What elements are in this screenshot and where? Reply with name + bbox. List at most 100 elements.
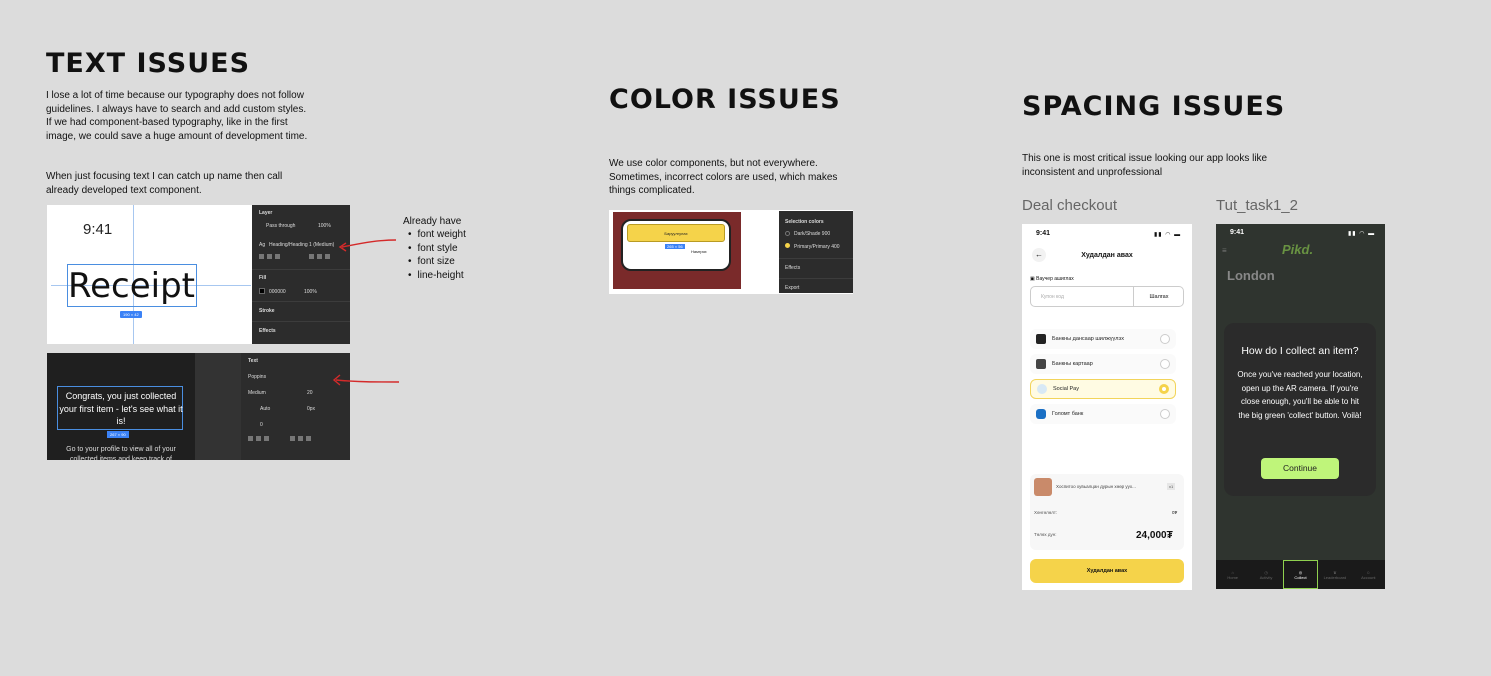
fill-swatch[interactable] — [259, 288, 265, 294]
color-swatch[interactable] — [785, 243, 790, 248]
divider — [252, 269, 350, 270]
layer-opacity[interactable]: 100% — [318, 223, 331, 229]
continue-button[interactable]: Continue — [1261, 458, 1339, 479]
bottom-nav: ⌂ Home ◷ Activity ◎ Collect ♛ Leaderboard ☺ A… — [1216, 560, 1385, 589]
color-name: Primary/Primary 400 — [794, 244, 840, 250]
line-height[interactable]: Auto — [260, 406, 270, 412]
nav-home[interactable]: ⌂ Home — [1216, 560, 1249, 589]
size-badge: 190 × 42 — [120, 311, 142, 318]
radio-button-selected — [1159, 384, 1169, 394]
fill-opacity[interactable]: 100% — [304, 289, 317, 295]
fill-hex[interactable]: 000000 — [269, 289, 286, 295]
nav-activity[interactable]: ◷ Activity — [1249, 560, 1282, 589]
font-weight[interactable]: Medium — [248, 390, 266, 396]
size-badge: 265 × 56 — [665, 244, 685, 249]
radio-button — [1160, 334, 1170, 344]
coupon-input[interactable]: Купон код — [1041, 294, 1064, 300]
list-item: line-height — [417, 269, 464, 281]
status-time: 9:41 — [1036, 230, 1051, 237]
nav-account[interactable]: ☺ Account — [1352, 560, 1385, 589]
color-issues-title: COLOR ISSUES — [609, 84, 841, 115]
social-pay-icon — [1037, 384, 1047, 394]
deal-checkout-label: Deal checkout — [1022, 197, 1118, 214]
text-properties-panel: Text Poppins Medium 20 Auto 0px 0 — [241, 353, 350, 460]
fill-label: Fill — [259, 275, 267, 281]
total-value: 24,000₮ — [1136, 530, 1173, 541]
canvas-strip — [195, 353, 241, 460]
payment-option-card[interactable]: Банкны картаар — [1030, 354, 1176, 374]
side-label: Намгрях — [691, 249, 707, 254]
payment-option-bank-transfer[interactable]: Банкны дансаар шилжүүлэх — [1030, 329, 1176, 349]
tut-task-screen: 9:41 ▮▮ ◠ ▬ Pikd. ≡ London How do I coll… — [1216, 224, 1385, 589]
nav-collect[interactable]: ◎ Collect — [1282, 560, 1319, 589]
payment-option-golomt[interactable]: Голомт банк — [1030, 404, 1176, 424]
color-swatch[interactable] — [785, 231, 790, 236]
yellow-button[interactable]: Баруулгулах — [627, 224, 725, 242]
text-label: Text — [248, 358, 258, 364]
congrats-screenshot: Congrats, you just collected your first … — [47, 353, 350, 460]
modal-card: Баруулгулах 265 × 56 Намгрях — [621, 219, 731, 271]
spacing-issues-paragraph: This one is most critical issue looking … — [1022, 153, 1268, 178]
effects-label: Effects — [259, 328, 276, 334]
golomt-icon — [1036, 409, 1046, 419]
status-icons: ▮▮ ◠ ▬ — [1154, 232, 1182, 238]
payment-option-social-pay[interactable]: Social Pay — [1030, 379, 1176, 399]
spacing-issues-title: SPACING ISSUES — [1022, 91, 1286, 122]
text-align-controls[interactable] — [248, 436, 311, 441]
already-have-title: Already have — [403, 216, 462, 227]
deal-checkout-screen: 9:41 ▮▮ ◠ ▬ ← Худалдан авах ▣ Ваучер аши… — [1022, 224, 1192, 590]
receipt-text: Receipt — [68, 266, 195, 306]
arrow-icon — [338, 239, 397, 252]
nav-leaderboard[interactable]: ♛ Leaderboard — [1318, 560, 1351, 589]
page-title: Худалдан авах — [1081, 252, 1133, 259]
list-item: font weight — [417, 229, 466, 240]
bank-icon — [1036, 334, 1046, 344]
blend-mode[interactable]: Pass through — [266, 223, 295, 229]
apply-button[interactable]: Шалгах — [1135, 294, 1183, 300]
congrats-text: Congrats, you just collected your first … — [59, 391, 183, 426]
text-style-icon: Ag — [259, 242, 266, 248]
already-have-list: • font weight • font style • font size • lin… — [408, 229, 466, 281]
order-summary: Хоспитоо хувьалцан дурын хөөр уух... x1 … — [1030, 474, 1184, 550]
city-label: London — [1227, 268, 1275, 283]
selection-colors-panel: Selection colors Dark/Shade 900 Primary/… — [779, 211, 853, 293]
receipt-text-box[interactable]: Receipt — [67, 264, 197, 307]
font-family[interactable]: Poppins — [248, 374, 266, 380]
discount-value: 0₮ — [1172, 510, 1178, 515]
congrats-text-box[interactable]: Congrats, you just collected your first … — [57, 386, 183, 430]
letter-spacing[interactable]: 0px — [307, 406, 315, 412]
product-qty: x1 — [1167, 483, 1176, 490]
divider — [779, 258, 853, 259]
color-issues-paragraph: We use color components, but not everywh… — [609, 158, 838, 196]
discount-label: Хөнгөлөлт: — [1034, 510, 1058, 515]
coupon-field[interactable]: Купон код Шалгах — [1030, 286, 1184, 307]
color-screenshot: Баруулгулах 265 × 56 Намгрях Selection c… — [609, 210, 853, 294]
text-style-name[interactable]: Heading/Heading 1 (Medium) — [269, 242, 334, 248]
divider — [1133, 287, 1134, 306]
divider — [779, 278, 853, 279]
radio-button — [1160, 359, 1170, 369]
product-thumbnail — [1034, 478, 1052, 496]
paragraph-spacing[interactable]: 0 — [260, 422, 263, 428]
receipt-screenshot: 9:41 Receipt 190 × 42 Layer Pass through… — [47, 205, 350, 344]
list-item: font size — [417, 256, 455, 267]
status-time: 9:41 — [1230, 229, 1245, 236]
selection-colors-label: Selection colors — [785, 219, 824, 225]
total-label: Төлөх дүн: — [1034, 532, 1057, 537]
status-icons: ▮▮ ◠ ▬ — [1348, 231, 1376, 237]
buy-button[interactable]: Худалдан авах — [1030, 559, 1184, 583]
arrow-icon — [332, 374, 400, 386]
list-item: font style — [417, 242, 458, 254]
tut-task-label: Tut_task1_2 — [1216, 197, 1298, 214]
brand-logo: Pikd. — [1282, 242, 1314, 257]
text-issues-title: TEXT ISSUES — [46, 48, 251, 79]
effects-label: Effects — [785, 265, 801, 271]
receipt-time: 9:41 — [83, 221, 113, 238]
product-name: Хоспитоо хувьалцан дурын хөөр уух... — [1056, 484, 1136, 489]
card-icon — [1036, 359, 1046, 369]
menu-icon[interactable]: ≡ — [1222, 246, 1227, 255]
help-answer: Once you've reached your location, open … — [1237, 370, 1363, 420]
help-question: How do I collect an item? — [1241, 345, 1359, 357]
font-size[interactable]: 20 — [307, 390, 313, 396]
layer-label: Layer — [259, 210, 273, 216]
